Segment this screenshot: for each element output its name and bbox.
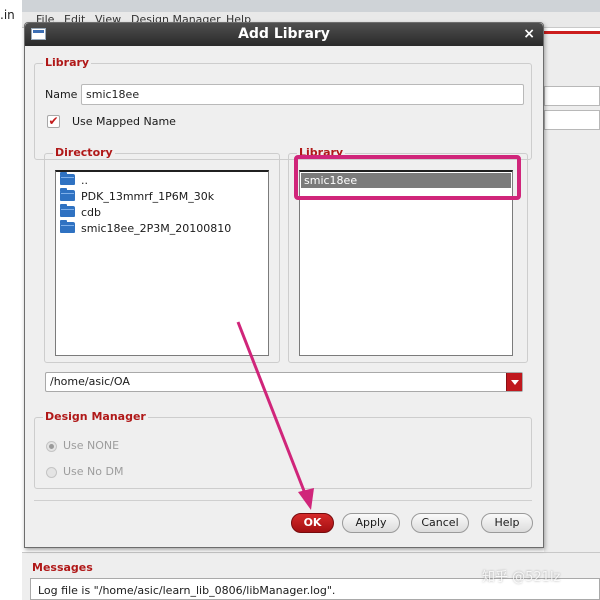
directory-group-label: Directory	[53, 146, 115, 159]
directory-item-label: smic18ee_2P3M_20100810	[81, 222, 232, 235]
apply-button[interactable]: Apply	[342, 513, 400, 533]
help-button[interactable]: Help	[481, 513, 533, 533]
use-none-label: Use NONE	[63, 439, 120, 452]
library-name-input[interactable]	[81, 84, 524, 105]
button-separator	[34, 500, 532, 501]
folder-icon	[60, 204, 75, 217]
main-window-titlebar	[22, 0, 600, 12]
directory-item-smic18ee[interactable]: smic18ee_2P3M_20100810	[60, 220, 232, 236]
design-manager-label: Design Manager	[43, 410, 148, 423]
main-window-field-2[interactable]	[544, 110, 600, 130]
library-group-label: Library	[43, 56, 92, 69]
main-window-accent-line	[544, 31, 600, 34]
add-library-dialog: Add Library × Library Name ✔ Use Mapped …	[24, 22, 544, 548]
watermark-text: 知乎 @521lz	[482, 570, 561, 585]
messages-title: Messages	[32, 561, 93, 574]
annotation-highlight-box	[294, 155, 521, 200]
folder-icon	[60, 172, 75, 185]
directory-list[interactable]: .. PDK_13mmrf_1P6M_30k cdb smic18ee_2P3M…	[55, 170, 269, 356]
main-window-field[interactable]	[544, 86, 600, 106]
directory-item-cdb[interactable]: cdb	[60, 204, 102, 220]
close-button[interactable]: ×	[523, 26, 535, 42]
ok-button[interactable]: OK	[291, 513, 334, 533]
directory-item-pdk[interactable]: PDK_13mmrf_1P6M_30k	[60, 188, 215, 204]
cancel-button[interactable]: Cancel	[411, 513, 469, 533]
directory-item-label: PDK_13mmrf_1P6M_30k	[81, 190, 215, 203]
directory-item-parent[interactable]: ..	[60, 172, 88, 188]
dialog-title: Add Library	[238, 26, 330, 42]
directory-path-combo[interactable]: /home/asic/OA	[45, 372, 523, 392]
use-no-dm-radio[interactable]	[46, 467, 57, 478]
use-mapped-name-checkbox[interactable]: ✔	[47, 115, 60, 128]
directory-path-value: /home/asic/OA	[50, 375, 130, 388]
left-window-strip	[0, 0, 22, 600]
folder-icon	[60, 220, 75, 233]
directory-item-label: ..	[81, 174, 88, 187]
directory-item-label: cdb	[81, 206, 102, 219]
chevron-down-icon[interactable]	[506, 373, 522, 391]
folder-icon	[60, 188, 75, 201]
dialog-titlebar[interactable]: Add Library ×	[25, 23, 543, 46]
left-window-text: .in	[0, 8, 15, 22]
name-label: Name	[45, 88, 78, 101]
use-no-dm-label: Use No DM	[63, 465, 124, 478]
use-none-radio[interactable]	[46, 441, 57, 452]
use-mapped-name-label: Use Mapped Name	[72, 115, 176, 128]
design-manager-group: Design Manager Use NONE Use No DM	[34, 410, 532, 489]
